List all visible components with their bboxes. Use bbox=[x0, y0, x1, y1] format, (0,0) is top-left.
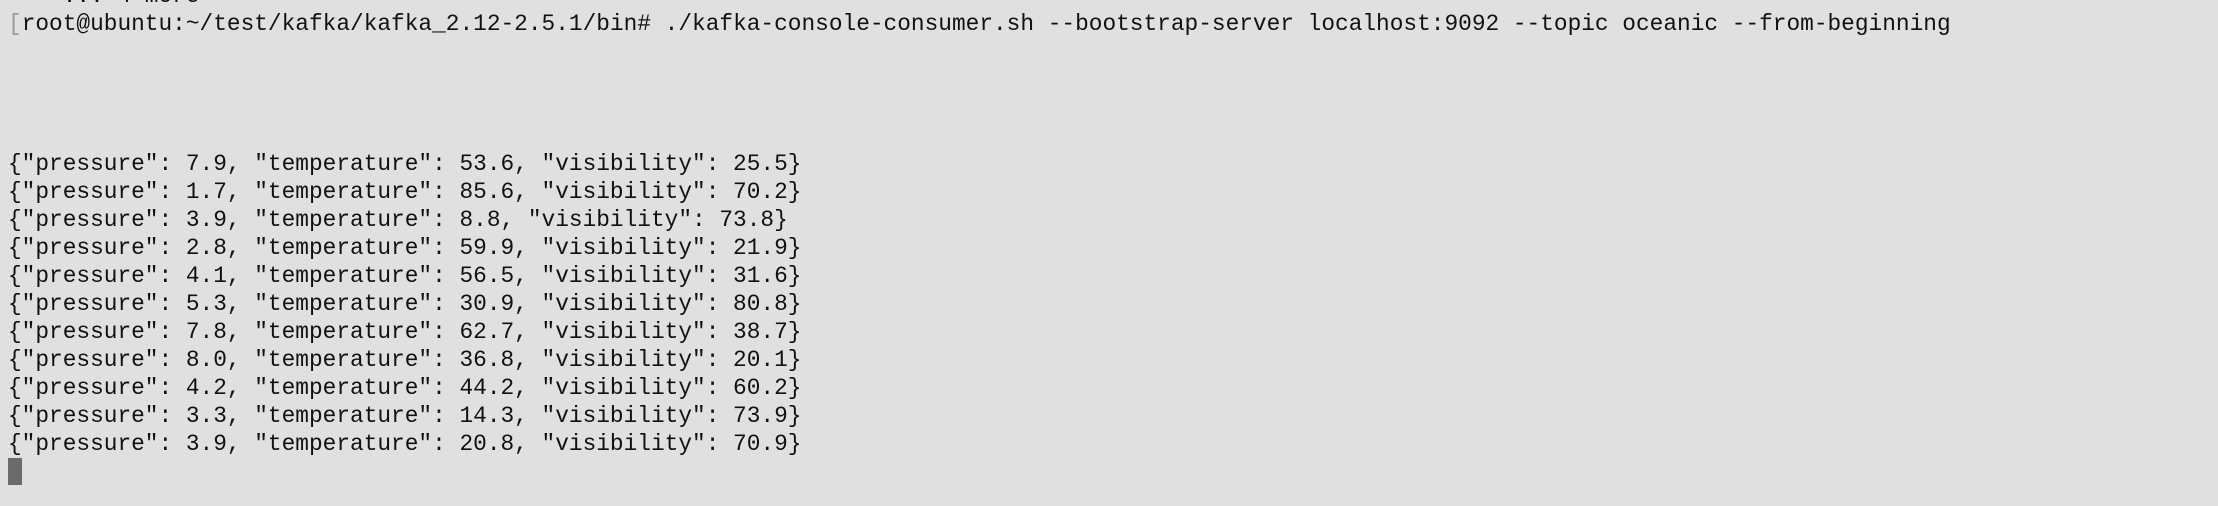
record-line: {"pressure": 7.9, "temperature": 53.6, "… bbox=[8, 151, 802, 177]
record-line: {"pressure": 5.3, "temperature": 30.9, "… bbox=[8, 291, 802, 317]
previous-output-line: ... 4 more bbox=[8, 0, 200, 10]
command-line: [root@ubuntu:~/test/kafka/kafka_2.12-2.5… bbox=[8, 10, 1951, 38]
record-line: {"pressure": 7.8, "temperature": 62.7, "… bbox=[8, 319, 802, 345]
record-line: {"pressure": 4.1, "temperature": 56.5, "… bbox=[8, 263, 802, 289]
record-line: {"pressure": 3.3, "temperature": 14.3, "… bbox=[8, 403, 802, 429]
consumer-output: {"pressure": 7.9, "temperature": 53.6, "… bbox=[8, 150, 801, 458]
record-line: {"pressure": 3.9, "temperature": 20.8, "… bbox=[8, 431, 802, 457]
command-text: ./kafka-console-consumer.sh --bootstrap-… bbox=[664, 11, 1951, 37]
record-line: {"pressure": 3.9, "temperature": 8.8, "v… bbox=[8, 207, 788, 233]
shell-prompt: root@ubuntu:~/test/kafka/kafka_2.12-2.5.… bbox=[21, 11, 665, 37]
record-line: {"pressure": 4.2, "temperature": 44.2, "… bbox=[8, 375, 802, 401]
mark-bracket: [ bbox=[8, 11, 22, 37]
record-line: {"pressure": 2.8, "temperature": 59.9, "… bbox=[8, 235, 802, 261]
terminal-cursor bbox=[8, 458, 22, 485]
record-line: {"pressure": 1.7, "temperature": 85.6, "… bbox=[8, 179, 802, 205]
record-line: {"pressure": 8.0, "temperature": 36.8, "… bbox=[8, 347, 802, 373]
